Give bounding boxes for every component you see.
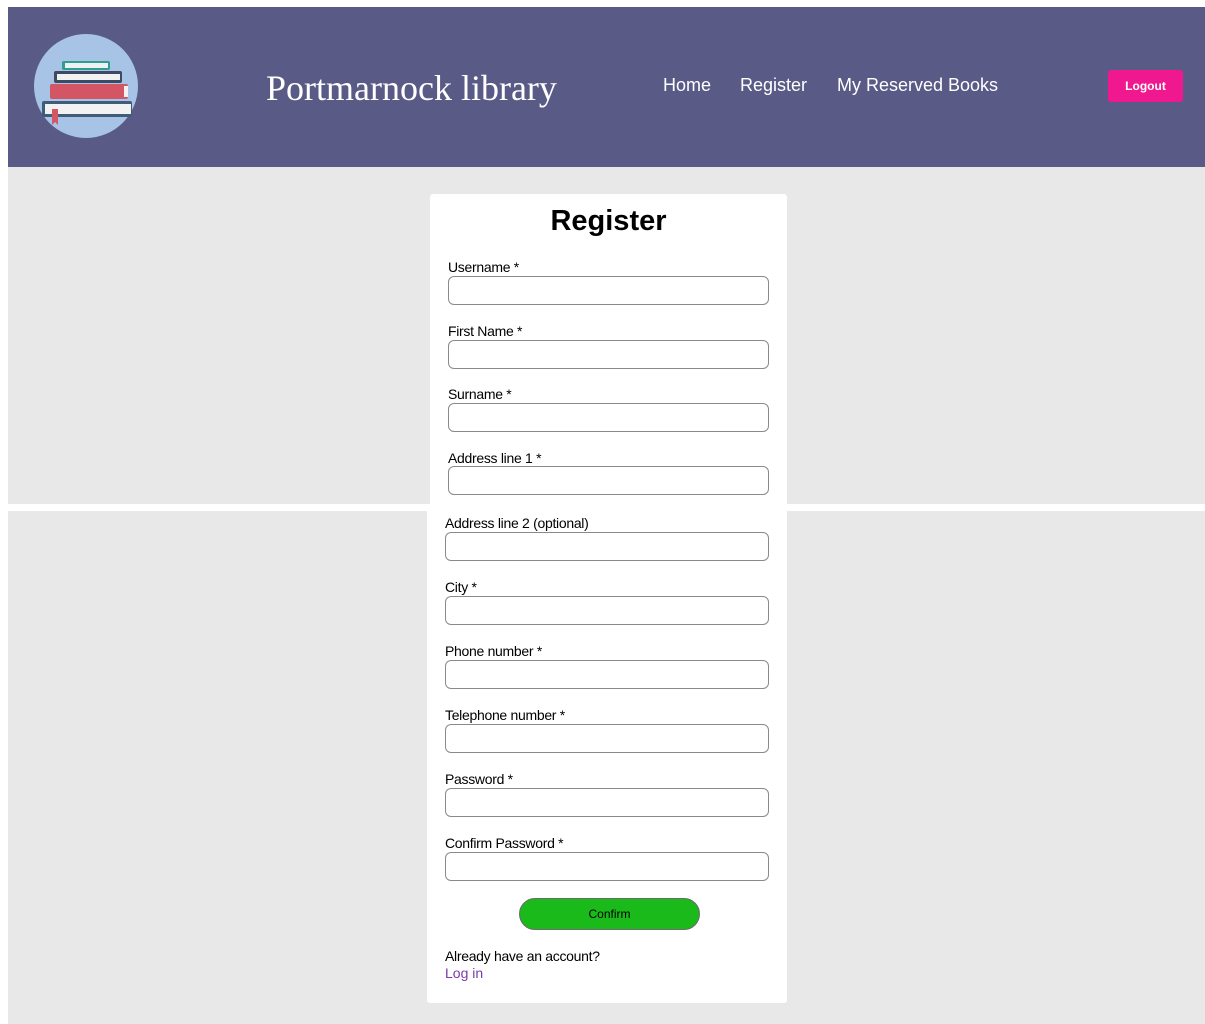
first-name-input[interactable]	[448, 340, 769, 369]
username-label: Username *	[448, 259, 519, 275]
account-prompt: Already have an account?	[445, 948, 600, 964]
city-label: City *	[445, 579, 477, 595]
password-input[interactable]	[445, 788, 769, 817]
form-title: Register	[550, 205, 667, 237]
surname-input[interactable]	[448, 403, 769, 432]
city-input[interactable]	[445, 596, 769, 625]
logout-button[interactable]: Logout	[1108, 70, 1183, 102]
site-title: Portmarnock library	[266, 68, 557, 108]
address-line-1-input[interactable]	[448, 466, 769, 495]
telephone-number-input[interactable]	[445, 724, 769, 753]
password-label: Password *	[445, 771, 513, 787]
address-line-2-label: Address line 2 (optional)	[445, 515, 589, 531]
first-name-label: First Name *	[448, 323, 523, 339]
book-stack-icon[interactable]	[34, 34, 138, 138]
login-link[interactable]: Log in	[445, 965, 483, 981]
phone-number-label: Phone number *	[445, 643, 542, 659]
username-input[interactable]	[448, 276, 769, 305]
address-line-2-input[interactable]	[445, 532, 769, 561]
surname-label: Surname *	[448, 386, 512, 402]
phone-number-input[interactable]	[445, 660, 769, 689]
nav-register[interactable]: Register	[740, 75, 807, 96]
confirm-button[interactable]: Confirm	[519, 898, 700, 930]
confirm-password-label: Confirm Password *	[445, 835, 564, 851]
nav-my-reserved-books[interactable]: My Reserved Books	[837, 75, 998, 96]
telephone-number-label: Telephone number *	[445, 707, 565, 723]
address-line-1-label: Address line 1 *	[448, 450, 542, 466]
site-header: Portmarnock library Home Register My Res…	[8, 7, 1205, 167]
nav-home[interactable]: Home	[663, 75, 711, 96]
confirm-password-input[interactable]	[445, 852, 769, 881]
